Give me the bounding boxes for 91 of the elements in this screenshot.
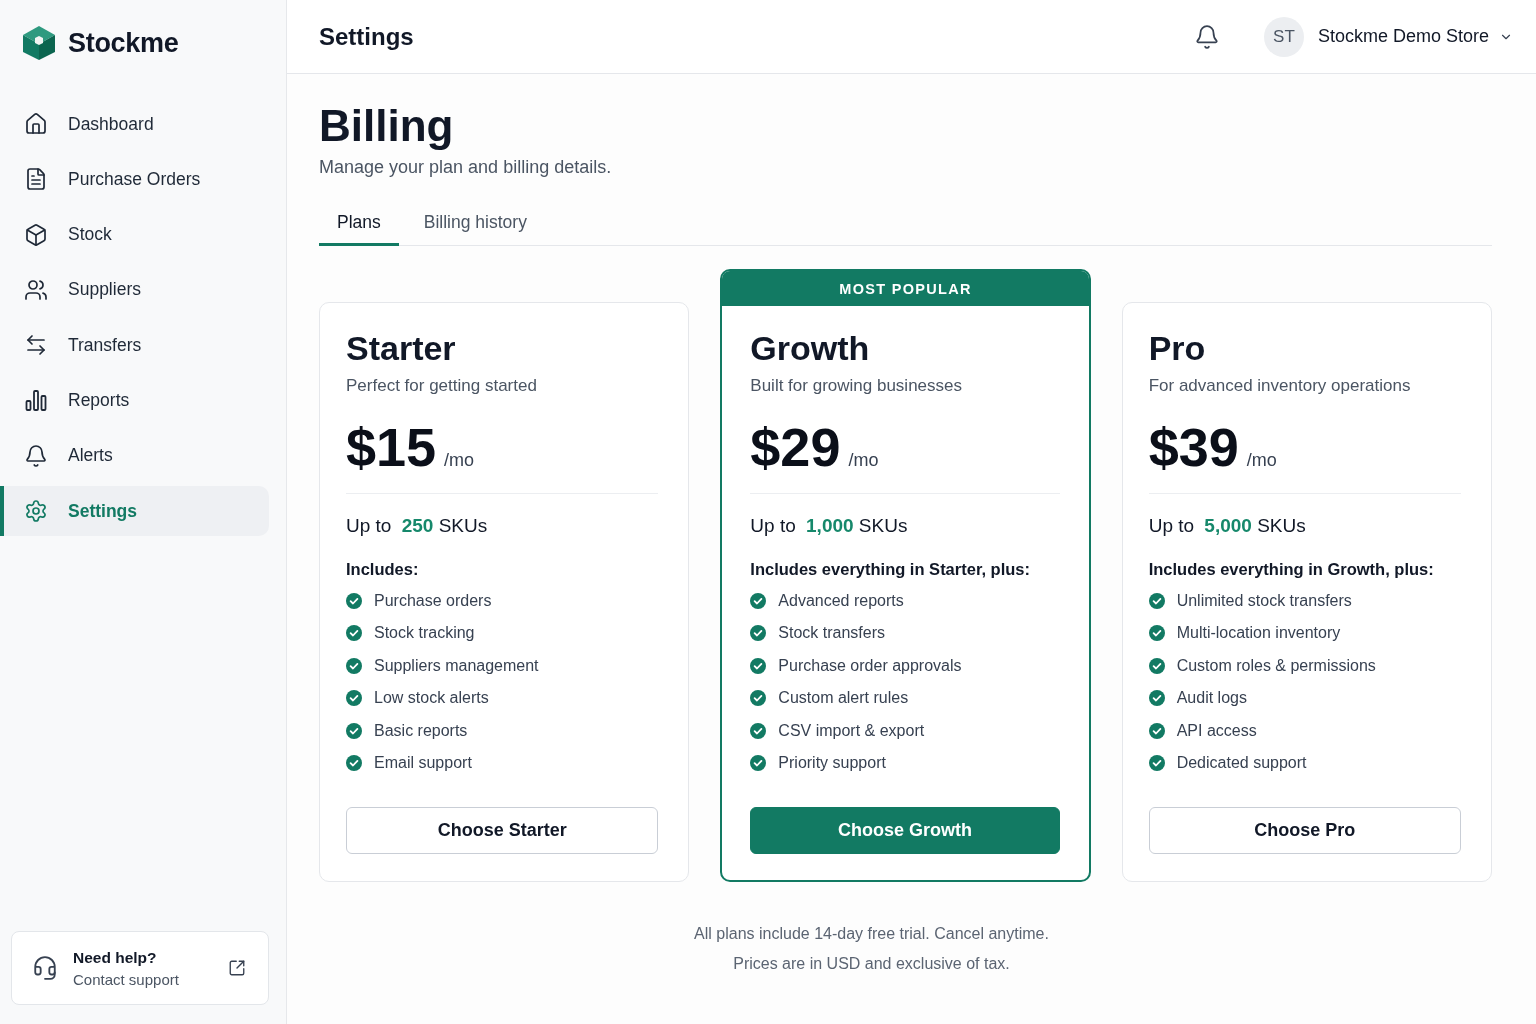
bell-icon: [24, 443, 48, 468]
nav-item[interactable]: Purchase Orders: [0, 154, 269, 205]
page-title: Billing: [319, 102, 455, 150]
headset-icon: [32, 955, 58, 981]
cube-icon: [24, 222, 48, 247]
tab[interactable]: Plans: [319, 200, 399, 246]
choose-plan-button[interactable]: Choose Growth: [750, 806, 1060, 854]
footnote: All plans include 14-day free trial. Cancel anytime.: [694, 923, 1049, 944]
feature-text: Basic reports: [374, 720, 468, 741]
check-circle-icon: [346, 722, 362, 739]
page-subtitle: Manage your plan and billing details.: [319, 156, 613, 179]
price-amount: $15: [346, 417, 437, 477]
check-circle-icon: [346, 625, 362, 642]
choose-plan-button[interactable]: Choose Starter: [346, 806, 659, 854]
check-circle-icon: [1148, 722, 1165, 739]
price-period: /mo: [1246, 450, 1277, 471]
price-period: /mo: [444, 450, 475, 471]
nav-item[interactable]: Transfers: [0, 320, 269, 371]
feature-text: Dedicated support: [1176, 752, 1307, 773]
plan-name: Starter: [346, 328, 457, 368]
check-circle-icon: [1148, 657, 1165, 674]
sku-limit: Up to 1,000 SKUs: [750, 514, 909, 538]
feature-text: Purchase order approvals: [778, 655, 962, 676]
bar-chart-icon: [24, 388, 48, 413]
choose-plan-button[interactable]: Choose Pro: [1148, 806, 1461, 854]
check-circle-icon: [1148, 593, 1165, 609]
nav-item[interactable]: Stock: [0, 209, 269, 260]
footnote: Prices are in USD and exclusive of tax.: [733, 953, 1010, 974]
check-circle-icon: [750, 657, 767, 674]
cube-logo-icon: [22, 25, 56, 61]
sku-limit: Up to 250 SKUs: [346, 514, 489, 538]
external-link-icon: [228, 959, 246, 977]
avatar: ST: [1263, 16, 1304, 57]
brand-name: Stockme: [68, 27, 179, 59]
feature-text: Advanced reports: [778, 591, 904, 611]
feature-text: Low stock alerts: [374, 688, 489, 709]
document-icon: [24, 167, 48, 192]
check-circle-icon: [346, 593, 362, 609]
price-amount: $39: [1148, 417, 1239, 477]
feature-text: Purchase orders: [374, 591, 492, 611]
feature-text: Stock tracking: [374, 623, 475, 644]
check-circle-icon: [1148, 690, 1165, 707]
help-title: Need help?: [73, 948, 158, 967]
check-circle-icon: [346, 754, 362, 771]
nav-item[interactable]: Alerts: [0, 430, 269, 481]
check-circle-icon: [750, 625, 767, 642]
price-amount: $29: [750, 417, 841, 477]
nav-item[interactable]: Suppliers: [0, 264, 269, 315]
bell-icon[interactable]: [1193, 23, 1220, 50]
feature-text: Suppliers management: [374, 655, 539, 676]
nav-item[interactable]: Settings: [0, 486, 269, 537]
settings-icon: [24, 499, 48, 524]
account-name[interactable]: Stockme Demo Store: [1317, 26, 1489, 47]
most-popular-badge: MOST POPULAR: [722, 271, 1089, 306]
header-title: Settings: [319, 22, 414, 51]
includes-heading: Includes everything in Starter, plus:: [750, 559, 1031, 580]
check-circle-icon: [750, 754, 767, 771]
check-circle-icon: [1148, 754, 1165, 771]
feature-text: Priority support: [778, 752, 886, 773]
check-circle-icon: [346, 690, 362, 707]
tab[interactable]: Billing history: [405, 200, 545, 246]
people-icon: [24, 277, 48, 302]
feature-text: Audit logs: [1176, 688, 1247, 709]
feature-text: CSV import & export: [778, 720, 925, 741]
check-circle-icon: [346, 657, 362, 674]
price-period: /mo: [848, 450, 879, 471]
includes-heading: Includes:: [346, 559, 420, 580]
plan-tagline: For advanced inventory operations: [1148, 375, 1412, 397]
check-circle-icon: [750, 593, 767, 609]
help-subtitle: Contact support: [73, 970, 180, 988]
help-card[interactable]: Need help? Contact support: [11, 931, 269, 1005]
home-icon: [24, 112, 48, 136]
check-circle-icon: [750, 722, 767, 739]
nav-item[interactable]: Reports: [0, 375, 269, 426]
feature-text: Email support: [374, 752, 472, 773]
check-circle-icon: [1148, 625, 1165, 642]
feature-text: Custom alert rules: [778, 688, 909, 709]
feature-text: Multi-location inventory: [1176, 623, 1341, 644]
plan-name: Pro: [1148, 328, 1207, 368]
plan-tagline: Built for growing businesses: [750, 375, 963, 397]
plan-name: Growth: [750, 328, 871, 368]
feature-text: API access: [1176, 720, 1257, 741]
feature-text: Stock transfers: [778, 623, 886, 644]
plan-tagline: Perfect for getting started: [346, 375, 538, 397]
sku-limit: Up to 5,000 SKUs: [1148, 514, 1307, 538]
arrows-icon: [24, 333, 48, 358]
includes-heading: Includes everything in Growth, plus:: [1148, 559, 1435, 580]
feature-text: Unlimited stock transfers: [1176, 591, 1352, 611]
nav-item[interactable]: Dashboard: [0, 99, 269, 149]
feature-text: Custom roles & permissions: [1176, 655, 1376, 676]
check-circle-icon: [750, 690, 767, 707]
